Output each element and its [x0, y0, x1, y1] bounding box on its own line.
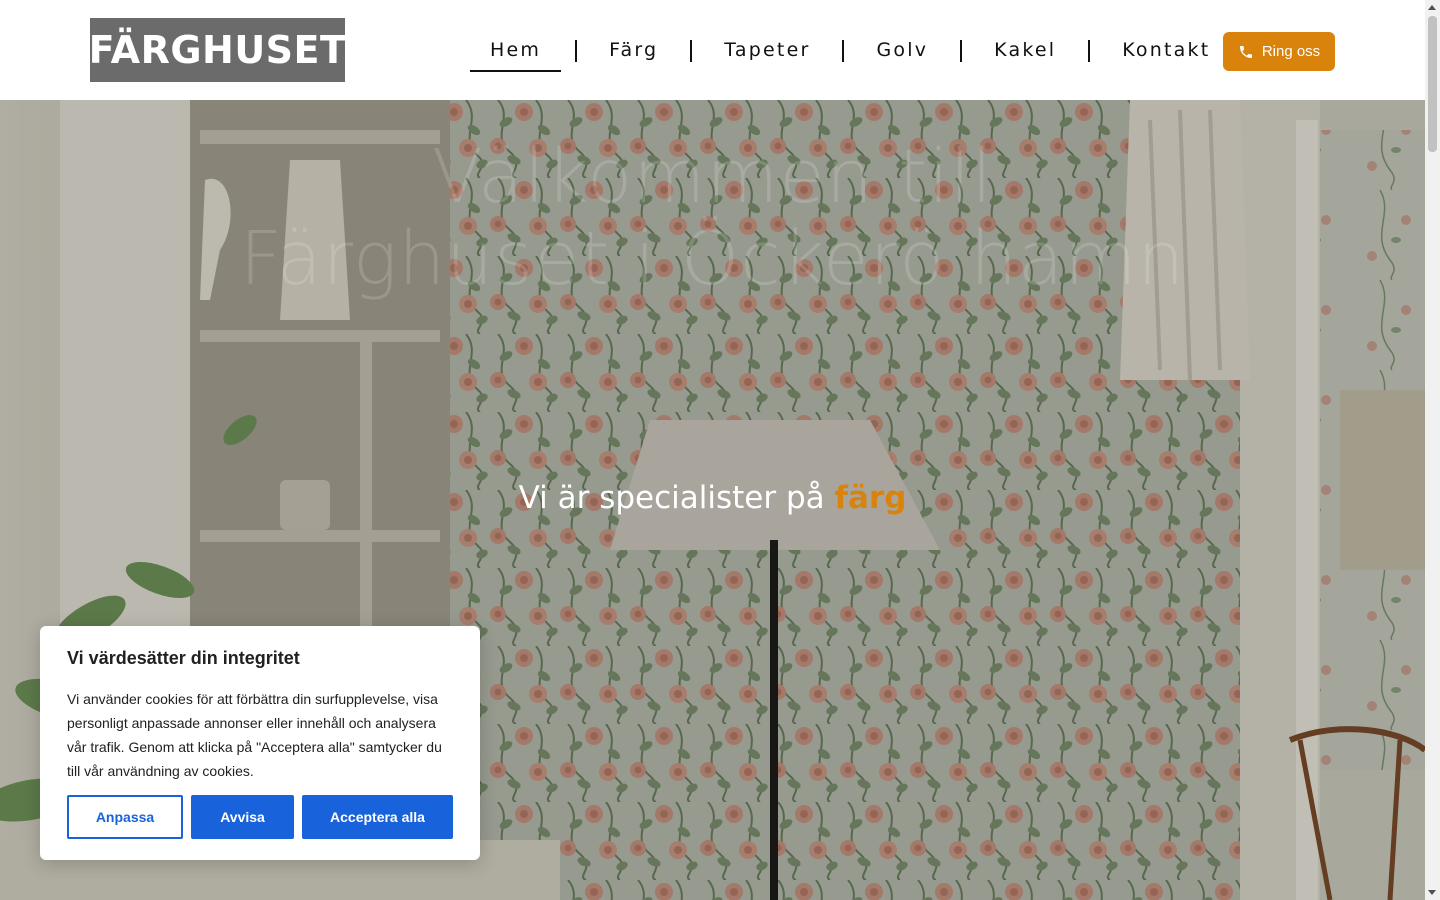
reject-button[interactable]: Avvisa [191, 795, 294, 839]
hero-headline-line-2: Färghuset i Öckerö hamn [239, 216, 1186, 302]
nav-item-tapeter[interactable]: Tapeter [706, 30, 828, 72]
site-header: FÄRGHUSET Hem Färg Tapeter Golv Kakel Ko… [0, 0, 1425, 100]
scroll-down-icon[interactable] [1428, 890, 1436, 895]
hero-subheading: Vi är specialister på färg [0, 480, 1425, 516]
scroll-thumb[interactable] [1428, 16, 1437, 152]
main-nav: Hem Färg Tapeter Golv Kakel Kontakt [470, 30, 1228, 72]
hero-subheading-text: Vi är specialister på [518, 480, 825, 516]
cookie-text: Vi använder cookies för att förbättra di… [67, 691, 442, 779]
nav-item-farg[interactable]: Färg [591, 30, 676, 72]
page-scrollbar[interactable] [1425, 0, 1440, 900]
hero-subheading-accent: färg [834, 480, 907, 516]
ring-oss-button[interactable]: Ring oss [1223, 32, 1335, 71]
nav-divider [1088, 40, 1091, 62]
logo[interactable]: FÄRGHUSET [88, 18, 347, 82]
cookie-title: Vi värdesätter din integritet [67, 648, 300, 668]
hero-headline-line-1: Välkommen till [431, 134, 994, 220]
nav-divider [842, 40, 845, 62]
scroll-up-icon[interactable] [1428, 5, 1436, 10]
cookie-consent-dialog: Vi värdesätter din integritet Vi använde… [40, 626, 480, 860]
nav-divider [960, 40, 963, 62]
customize-button[interactable]: Anpassa [67, 795, 183, 839]
nav-item-golv[interactable]: Golv [858, 30, 946, 72]
cookie-buttons: Anpassa Avvisa Acceptera alla [67, 795, 453, 839]
ring-oss-label: Ring oss [1261, 43, 1321, 60]
accept-all-button[interactable]: Acceptera alla [302, 795, 453, 839]
hero-headline: Välkommen till Färghuset i Öckerö hamn [0, 136, 1425, 300]
phone-icon [1239, 45, 1252, 58]
nav-item-hem[interactable]: Hem [470, 30, 562, 72]
nav-divider [575, 40, 578, 62]
logo-text: FÄRGHUSET [88, 28, 347, 72]
nav-item-kontakt[interactable]: Kontakt [1104, 30, 1228, 72]
nav-item-kakel[interactable]: Kakel [976, 30, 1074, 72]
nav-divider [690, 40, 693, 62]
